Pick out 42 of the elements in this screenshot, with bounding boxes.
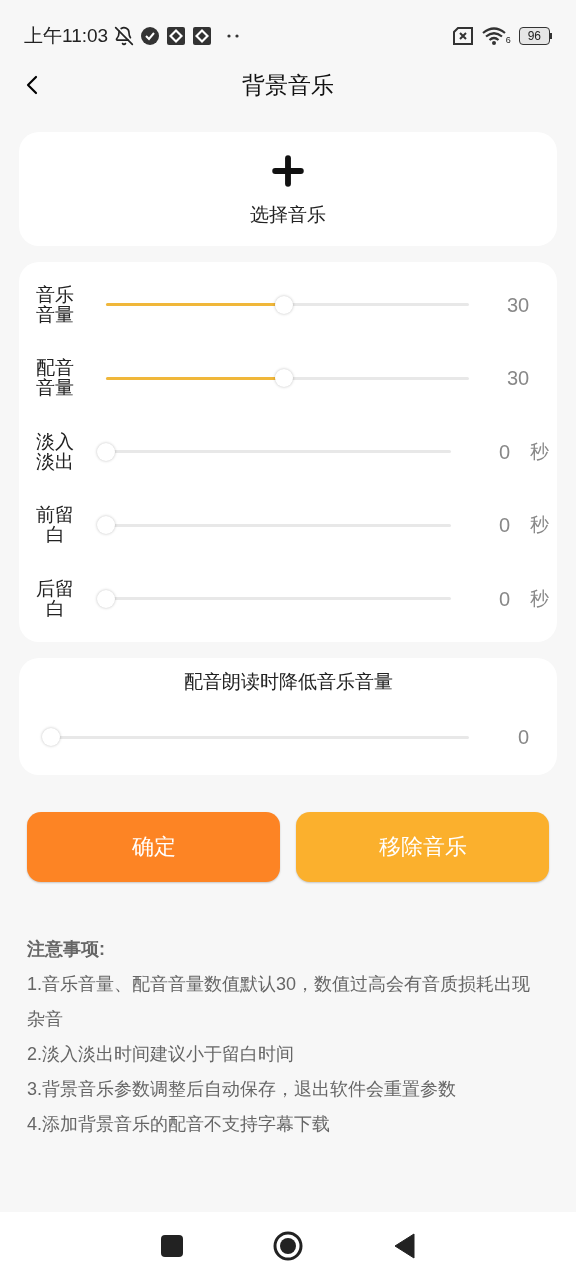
app-notification-icon: [192, 26, 213, 46]
notes-title: 注意事项:: [27, 937, 106, 961]
slider-value: 30: [506, 292, 530, 318]
app-notification-icon: [166, 26, 187, 46]
status-time: 上午11:03: [24, 23, 109, 48]
slider-value: 0: [498, 513, 510, 539]
wifi-label: 6: [505, 36, 511, 45]
action-button[interactable]: 确定: [27, 811, 280, 882]
slider-value: 30: [506, 366, 530, 392]
select-music-button[interactable]: 选择音乐: [19, 132, 557, 246]
note-text: 1.音乐音量、配音音量数值默认30，数值过高会有音质损耗出现杂音: [27, 972, 532, 1031]
home-icon[interactable]: [273, 1231, 303, 1261]
slider-label: 淡入淡出: [35, 431, 75, 472]
slider-value: 0: [498, 439, 510, 465]
back-nav-icon[interactable]: [393, 1233, 415, 1259]
page-title: 背景音乐: [242, 70, 334, 100]
battery-level: 96: [518, 27, 550, 45]
unit-label: 秒: [530, 586, 549, 611]
slider-thumb[interactable]: [274, 295, 293, 314]
unit-label: 秒: [530, 439, 549, 464]
no-sim-icon: [451, 27, 474, 45]
slider-label: 音乐音量: [35, 284, 75, 325]
slider-thumb[interactable]: [42, 728, 60, 746]
check-circle-icon: [140, 26, 161, 46]
slider-value: 0: [498, 586, 510, 612]
recent-apps-icon[interactable]: [161, 1235, 183, 1257]
unit-label: 秒: [530, 513, 549, 537]
note-text: 2.淡入淡出时间建议小于留白时间: [27, 1042, 295, 1066]
action-button[interactable]: 移除音乐: [296, 811, 549, 882]
slider-thumb[interactable]: [97, 442, 115, 461]
note-text: 3.背景音乐参数调整后自动保存，退出软件会重置参数: [27, 1077, 457, 1101]
slider-thumb[interactable]: [97, 516, 115, 535]
slider-value: 0: [516, 725, 529, 750]
ducking-title: 配音朗读时降低音乐音量: [183, 669, 393, 694]
note-text: 4.添加背景音乐的配音不支持字幕下载: [27, 1112, 331, 1136]
bell-off-icon: [114, 26, 135, 46]
slider-label: 前留白: [35, 505, 75, 546]
slider-label: 配音音量: [35, 358, 75, 399]
slider-thumb[interactable]: [97, 589, 115, 608]
slider-label: 后留白: [35, 578, 75, 619]
wifi-icon: [481, 27, 506, 45]
slider-thumb[interactable]: [274, 369, 293, 388]
